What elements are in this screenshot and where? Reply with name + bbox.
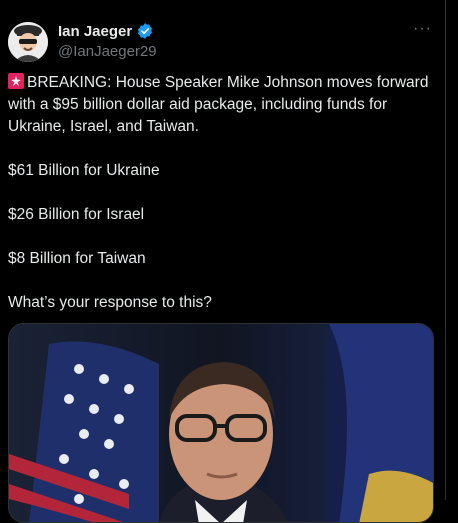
verified-badge-icon bbox=[136, 22, 154, 40]
tweet-line-question: What’s your response to this? bbox=[8, 292, 436, 314]
tweet-line-israel: $26 Billion for Israel bbox=[8, 204, 436, 226]
tweet-media-photo[interactable] bbox=[8, 323, 434, 523]
author-names: Ian Jaeger @IanJaeger29 bbox=[58, 22, 157, 60]
tweet-text: BREAKING: House Speaker Mike Johnson mov… bbox=[8, 72, 436, 314]
tweet-header: Ian Jaeger @IanJaeger29 ··· bbox=[8, 18, 436, 62]
tweet-line-ukraine: $61 Billion for Ukraine bbox=[8, 160, 436, 182]
author-display-name[interactable]: Ian Jaeger bbox=[58, 23, 132, 40]
timeline-divider bbox=[445, 0, 446, 500]
avatar[interactable] bbox=[8, 22, 48, 62]
rotating-light-icon bbox=[8, 73, 24, 89]
tweet-line-breaking: BREAKING: House Speaker Mike Johnson mov… bbox=[8, 72, 436, 138]
photo-illustration bbox=[9, 324, 434, 523]
avatar-illustration-icon bbox=[8, 22, 48, 62]
state-flag bbox=[329, 324, 434, 523]
tweet-line-text: BREAKING: House Speaker Mike Johnson mov… bbox=[8, 74, 428, 135]
more-options-icon[interactable]: ··· bbox=[413, 20, 432, 38]
tweet-line-taiwan: $8 Billion for Taiwan bbox=[8, 248, 436, 270]
author-handle[interactable]: @IanJaeger29 bbox=[58, 43, 157, 60]
